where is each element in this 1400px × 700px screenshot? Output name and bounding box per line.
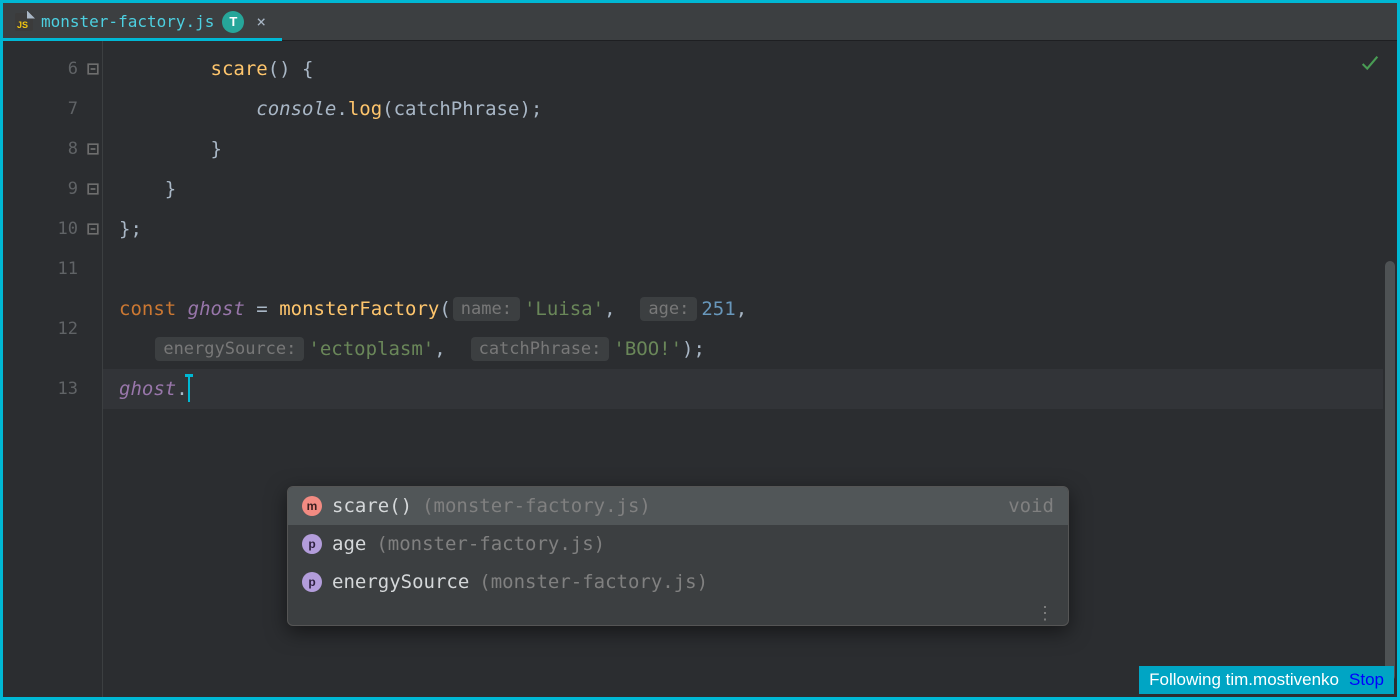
line-number: 7 [3,89,102,129]
editor-window: JS monster-factory.js T × 6 7 8 9 10 11 … [0,0,1400,700]
param-hint: age: [640,297,697,321]
code-line [103,249,1397,289]
gutter: 6 7 8 9 10 11 12 13 [3,41,103,697]
more-icon[interactable]: ⋮ [288,601,1068,621]
text-cursor [188,376,190,402]
fold-icon[interactable] [86,142,100,156]
scrollbar-thumb[interactable] [1385,261,1395,681]
js-file-icon: JS [15,13,33,31]
property-badge-icon: p [302,534,322,554]
editor-area[interactable]: 6 7 8 9 10 11 12 13 scare() { [3,41,1397,697]
fold-icon[interactable] [86,222,100,236]
fold-icon[interactable] [86,62,100,76]
param-hint: energySource: [155,337,304,361]
stop-following-link[interactable]: Stop [1349,670,1384,690]
code-line: } [103,129,1397,169]
line-number: 9 [3,169,102,209]
code-line: console.log(catchPhrase); [103,89,1397,129]
line-number: 13 [3,369,102,409]
line-number: 10 [3,209,102,249]
completion-item[interactable]: p energySource (monster-factory.js) [288,563,1068,601]
completion-item[interactable]: m scare() (monster-factory.js) void [288,487,1068,525]
param-hint: catchPhrase: [471,337,610,361]
tab-monster-factory[interactable]: JS monster-factory.js T × [3,3,282,40]
vertical-scrollbar[interactable] [1383,41,1397,697]
code-line-current: ghost. [103,369,1397,409]
follow-status-text: Following tim.mostivenko [1149,670,1339,690]
line-number: 8 [3,129,102,169]
method-badge-icon: m [302,496,322,516]
completion-popup[interactable]: m scare() (monster-factory.js) void p ag… [287,486,1069,626]
line-number: 12 [3,289,102,369]
code-line: }; [103,209,1397,249]
completion-item[interactable]: p age (monster-factory.js) [288,525,1068,563]
line-number: 6 [3,49,102,89]
follow-status-bar: Following tim.mostivenko Stop [1139,666,1394,694]
tab-bar: JS monster-factory.js T × [3,3,1397,41]
line-number: 11 [3,249,102,289]
code-line: } [103,169,1397,209]
code-line: scare() { [103,49,1397,89]
collaborator-avatar[interactable]: T [222,11,244,33]
code-content[interactable]: scare() { console.log(catchPhrase); } } … [103,41,1397,697]
fold-icon[interactable] [86,182,100,196]
code-line: const ghost = monsterFactory(name:'Luisa… [103,289,1397,369]
param-hint: name: [453,297,520,321]
close-tab-icon[interactable]: × [252,12,270,31]
tab-filename: monster-factory.js [41,12,214,31]
inspection-ok-icon[interactable] [1359,53,1381,80]
property-badge-icon: p [302,572,322,592]
